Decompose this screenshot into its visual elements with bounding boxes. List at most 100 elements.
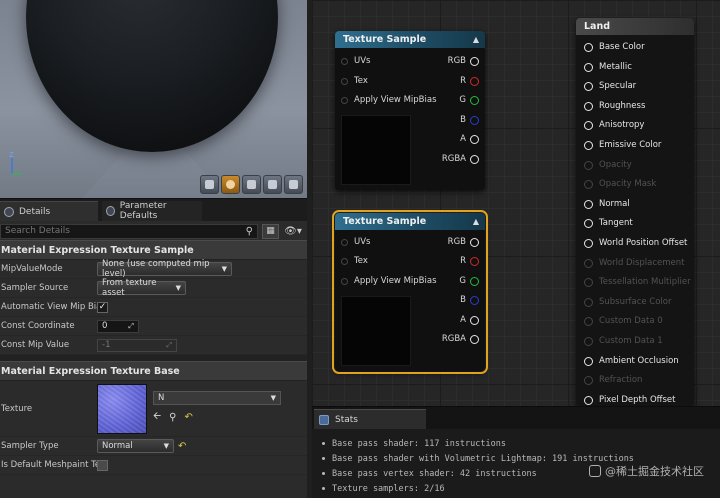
pin-label: Pixel Depth Offset [599,395,676,405]
sphere-icon[interactable] [221,175,240,194]
input-pin-roughness[interactable]: Roughness [584,99,645,113]
input-pin-world-position-offset[interactable]: World Position Offset [584,236,687,250]
pin-icon [584,101,593,111]
pin-icon [341,96,348,104]
default-meshpaint-checkbox[interactable] [97,459,108,471]
texture-asset-picker[interactable]: N ▼ [153,391,281,405]
section-texture-sample[interactable]: Material Expression Texture Sample [0,240,307,260]
collapse-arrow-icon[interactable]: ▲ [473,35,479,44]
stat-text: Texture samplers: 2/16 [332,483,445,494]
input-pin-apply-view-mipbias[interactable]: Apply View MipBias [341,93,437,107]
browse-search-icon[interactable]: ⚲ [169,412,176,423]
cylinder-icon[interactable] [200,175,219,194]
output-pin-r[interactable]: R [460,254,479,268]
output-pin-rgba[interactable]: RGBA [442,152,479,166]
search-input[interactable] [5,226,246,236]
bullet [322,487,325,490]
input-pin-tex[interactable]: Tex [341,74,368,88]
output-pin-a[interactable]: A [460,313,479,327]
pin-label: Tangent [599,218,633,228]
pin-label: Metallic [599,62,632,72]
input-pin-base-color[interactable]: Base Color [584,40,645,54]
output-pin-g[interactable]: G [459,274,479,288]
numbox-value: 0 [102,321,108,331]
sampler-source-dropdown[interactable]: From texture asset ▼ [97,278,186,298]
pin-label: UVs [354,237,371,247]
sampler-type-dropdown[interactable]: Normal ▼ [97,439,174,453]
list-item: Base pass shader: 117 instructions [322,436,720,451]
search-icon[interactable]: ⚲ [246,226,253,237]
view-options-button[interactable]: 👁▾ [283,224,303,239]
watermark-logo-icon [589,465,601,477]
node-header[interactable]: Texture Sample ▲ [335,31,485,48]
reset-arrow-icon[interactable]: ↶ [178,441,186,452]
bullet [322,457,325,460]
node-header[interactable]: Texture Sample ▲ [335,213,485,230]
output-pin-g[interactable]: G [459,93,479,107]
output-pin-b[interactable]: B [460,113,479,127]
dropdown-value: Normal [102,441,133,451]
preview-sphere [26,0,278,152]
use-selected-arrow-icon[interactable]: 🡨 [153,409,161,426]
input-pin-metallic[interactable]: Metallic [584,60,632,74]
pin-icon [584,120,593,130]
prop-default-meshpaint: Is Default Meshpaint Texture [0,456,307,475]
details-icon [4,206,14,217]
input-pin-apply-view-mipbias[interactable]: Apply View MipBias [341,274,437,288]
material-graph-canvas[interactable]: Texture Sample ▲ UVs Tex Apply View MipB… [312,0,720,406]
input-pin-pixel-depth-offset[interactable]: Pixel Depth Offset [584,393,676,407]
chevron-down-icon: ▼ [163,442,169,450]
input-pin-ambient-occlusion[interactable]: Ambient Occlusion [584,354,679,368]
tab-stats[interactable]: Stats [314,409,426,429]
output-pin-b[interactable]: B [460,293,479,307]
output-pin-rgb[interactable]: RGB [448,54,479,68]
input-pin-specular[interactable]: Specular [584,79,636,93]
result-node-header[interactable]: Land [576,18,694,35]
teapot-icon[interactable] [284,175,303,194]
property-matrix-button[interactable]: ▦ [262,223,279,239]
prop-sampler-type: Sampler Type Normal ▼ ↶ [0,437,307,456]
tab-parameter-defaults[interactable]: Parameter Defaults [102,201,202,221]
input-pin-normal[interactable]: Normal [584,197,630,211]
pin-icon [584,179,593,189]
const-coordinate-field[interactable]: 0 ⤢ [97,319,139,333]
texture-thumbnail[interactable] [97,383,147,434]
output-pin-rgb[interactable]: RGB [448,235,479,249]
pin-icon [470,315,479,325]
input-pin-tex[interactable]: Tex [341,254,368,268]
pin-label: RGB [447,56,466,66]
mip-value-mode-dropdown[interactable]: None (use computed mip level) ▼ [97,259,232,279]
pin-label: Subsurface Color [599,297,672,307]
material-result-node[interactable]: Land Base Color Metallic Specular Roughn… [576,18,694,406]
output-pin-rgba[interactable]: RGBA [442,332,479,346]
pin-icon [584,336,593,346]
output-pin-r[interactable]: R [460,74,479,88]
auto-view-mip-bias-checkbox[interactable]: ✓ [97,301,108,313]
texture-sample-node-selected[interactable]: Texture Sample ▲ UVs Tex Apply View MipB… [332,210,488,374]
input-pin-emissive-color[interactable]: Emissive Color [584,138,661,152]
cube-icon[interactable] [263,175,282,194]
output-pin-a[interactable]: A [460,132,479,146]
material-preview-viewport[interactable]: Z [0,0,307,198]
tab-details-label: Details [19,206,51,217]
pin-icon [584,395,593,405]
axis-label: Z [9,151,14,159]
pin-icon [584,277,593,287]
input-pin-uvs[interactable]: UVs [341,235,370,249]
input-pin-opacity-mask: Opacity Mask [584,177,656,191]
plane-icon[interactable] [242,175,261,194]
input-pin-tangent[interactable]: Tangent [584,216,633,230]
watermark-text: @稀土掘金技术社区 [605,465,704,478]
parameter-defaults-icon [106,206,115,216]
section-texture-sample-title: Material Expression Texture Sample [1,244,194,256]
reset-arrow-icon[interactable]: ↶ [184,412,192,423]
input-pin-uvs[interactable]: UVs [341,54,370,68]
collapse-arrow-icon[interactable]: ▲ [473,217,479,226]
tab-details[interactable]: Details [0,201,98,221]
axis-gizmo-icon: Z [9,151,22,175]
pin-label: Anisotropy [599,120,645,130]
input-pin-anisotropy[interactable]: Anisotropy [584,118,644,132]
section-texture-base[interactable]: Material Expression Texture Base [0,361,307,381]
texture-sample-node[interactable]: Texture Sample ▲ UVs Tex Apply View MipB… [335,31,485,190]
chevron-down-icon: ▼ [221,265,227,273]
